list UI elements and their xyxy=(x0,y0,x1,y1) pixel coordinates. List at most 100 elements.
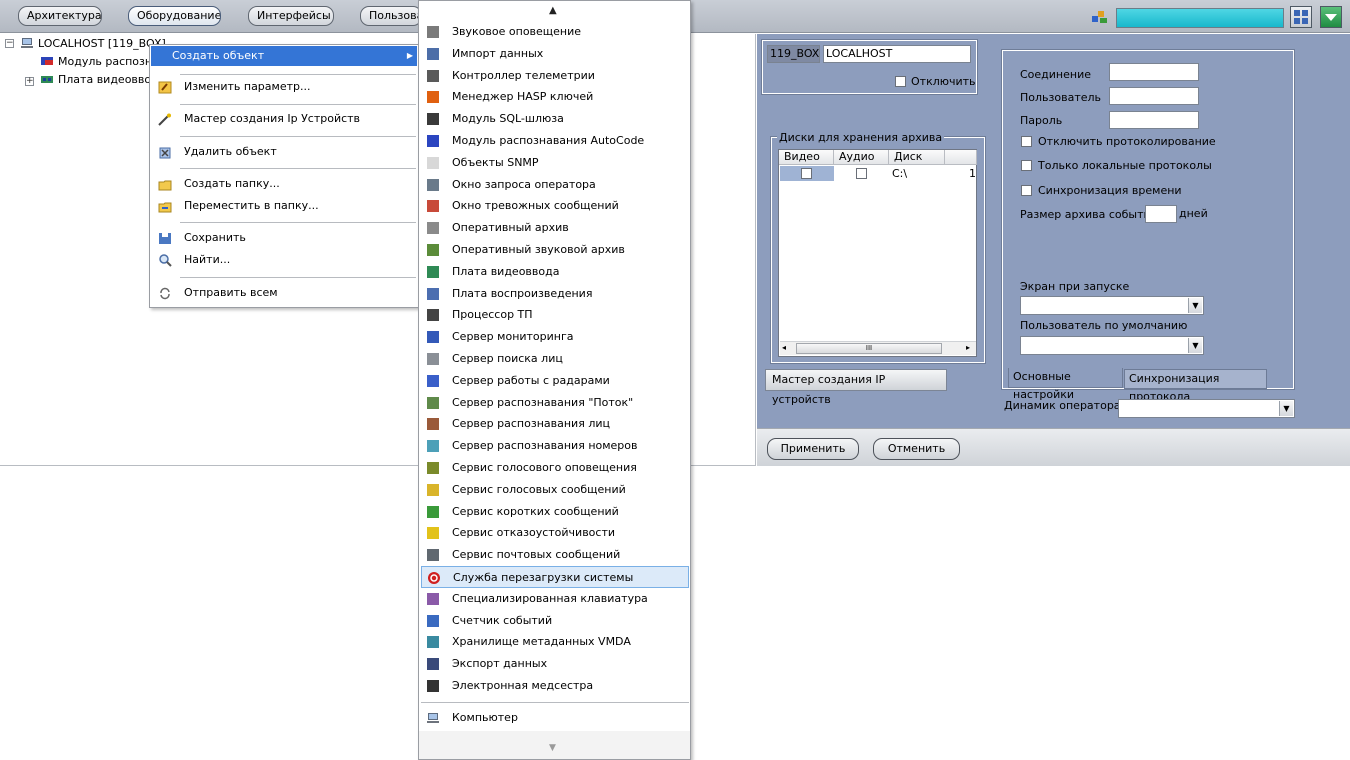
collapse-button[interactable] xyxy=(1320,6,1342,28)
connection-field[interactable] xyxy=(1109,63,1199,81)
disable-logging-checkbox[interactable] xyxy=(1021,136,1032,147)
ip-wizard-button[interactable]: Мастер создания IP устройств xyxy=(765,369,947,406)
submenu-item[interactable]: Экспорт данных xyxy=(421,653,689,675)
tab-architecture[interactable]: Архитектура xyxy=(18,6,102,26)
local-protocols-label: Только локальные протоколы xyxy=(1038,159,1212,172)
submenu-item[interactable]: Модуль распознавания AutoCode xyxy=(421,130,689,152)
submenu-item-label: Модуль SQL-шлюза xyxy=(452,112,564,126)
column-audio[interactable]: Аудио xyxy=(834,150,889,165)
local-protocols-checkbox[interactable] xyxy=(1021,160,1032,171)
scroll-up-icon[interactable]: ▲ xyxy=(549,5,557,16)
column-video[interactable]: Видео xyxy=(779,150,834,165)
disable-label: Отключить xyxy=(911,75,976,88)
submenu-item[interactable]: Плата видеоввода xyxy=(421,261,689,283)
expand-toggle[interactable]: + xyxy=(25,77,34,86)
horizontal-scrollbar[interactable]: ◂ III ▸ xyxy=(780,341,976,355)
tab-basic-settings[interactable]: Основные настройки xyxy=(1008,368,1123,401)
menu-item-find[interactable]: Найти... xyxy=(151,250,417,270)
submenu-item[interactable]: Модуль SQL-шлюза xyxy=(421,108,689,130)
disable-checkbox[interactable] xyxy=(895,76,906,87)
object-type-icon xyxy=(427,418,439,431)
submenu-item[interactable]: Процессор ТП xyxy=(421,304,689,326)
tab-protocol-sync[interactable]: Синхронизация протокола xyxy=(1124,369,1267,403)
submenu-item-computer[interactable]: Компьютер xyxy=(421,707,689,729)
object-type-icon xyxy=(427,440,439,453)
user-field[interactable] xyxy=(1109,87,1199,105)
submenu-item[interactable]: Сервис почтовых сообщений xyxy=(421,544,689,566)
computer-icon xyxy=(21,38,33,48)
cancel-button[interactable]: Отменить xyxy=(873,438,960,460)
object-type-icon xyxy=(427,47,439,60)
app-logo-icon[interactable] xyxy=(1090,8,1110,26)
scroll-down-icon[interactable]: ▼ xyxy=(549,743,556,753)
tree-node-localhost[interactable]: LOCALHOST [119_BOX] xyxy=(20,36,166,52)
submenu-item[interactable]: Сервис коротких сообщений xyxy=(421,501,689,523)
menu-item-edit-param[interactable]: Изменить параметр... xyxy=(151,77,417,97)
submenu-item[interactable]: Импорт данных xyxy=(421,43,689,65)
event-archive-size-field[interactable] xyxy=(1145,205,1177,223)
submenu-item[interactable]: Окно запроса оператора xyxy=(421,174,689,196)
menu-item-save[interactable]: Сохранить xyxy=(151,228,417,248)
table-row[interactable]: C:\ 1( xyxy=(780,166,976,181)
menu-separator xyxy=(180,74,416,75)
submenu-item[interactable]: Звуковое оповещение xyxy=(421,21,689,43)
object-id-field[interactable]: 119_BOX xyxy=(767,45,820,63)
tab-hardware[interactable]: Оборудование xyxy=(128,6,221,26)
menu-item-delete[interactable]: Удалить объект xyxy=(151,142,417,162)
submenu-item[interactable]: Сервер распознавания лиц xyxy=(421,413,689,435)
submenu-item[interactable]: Счетчик событий xyxy=(421,610,689,632)
submenu-item[interactable]: Окно тревожных сообщений xyxy=(421,195,689,217)
submenu-item[interactable]: Сервер мониторинга xyxy=(421,326,689,348)
submenu-item-label: Служба перезагрузки системы xyxy=(453,571,634,584)
audio-checkbox[interactable] xyxy=(856,168,867,179)
submenu-item[interactable]: Плата воспроизведения xyxy=(421,283,689,305)
submenu-item[interactable]: Сервис голосового оповещения xyxy=(421,457,689,479)
video-checkbox[interactable] xyxy=(801,168,812,179)
submenu-item[interactable]: Сервис голосовых сообщений xyxy=(421,479,689,501)
submenu-item[interactable]: Служба перезагрузки системы xyxy=(421,566,689,588)
menu-item-move-folder[interactable]: Переместить в папку... xyxy=(151,196,417,216)
submenu-item-label: Сервер распознавания лиц xyxy=(452,417,610,431)
user-label: Пользователь xyxy=(1020,91,1102,104)
submenu-item[interactable]: Сервер работы с радарами xyxy=(421,370,689,392)
time-sync-checkbox[interactable] xyxy=(1021,185,1032,196)
default-user-select[interactable]: ▼ xyxy=(1020,336,1204,355)
password-field[interactable] xyxy=(1109,111,1199,129)
column-disk[interactable]: Диск xyxy=(889,150,945,165)
scroll-left-icon[interactable]: ◂ xyxy=(782,343,786,352)
menu-item-create-object[interactable]: Создать объект ▶ xyxy=(151,46,417,66)
submenu-item[interactable]: Специализированная клавиатура xyxy=(421,588,689,610)
submenu-item[interactable]: Оперативный звуковой архив xyxy=(421,239,689,261)
submenu-item[interactable]: Сервер распознавания номеров xyxy=(421,435,689,457)
chevron-down-icon xyxy=(1325,14,1337,21)
status-field[interactable] xyxy=(1116,8,1284,28)
startup-screen-select[interactable]: ▼ xyxy=(1020,296,1204,315)
menu-item-send-all[interactable]: Отправить всем xyxy=(151,283,417,303)
submenu-item[interactable]: Сервис отказоустойчивости xyxy=(421,522,689,544)
layout-button[interactable] xyxy=(1290,6,1312,28)
operator-speaker-select[interactable]: ▼ xyxy=(1118,399,1295,418)
submenu-item[interactable]: Электронная медсестра xyxy=(421,675,689,697)
apply-button[interactable]: Применить xyxy=(767,438,859,460)
submenu-item[interactable]: Сервер поиска лиц xyxy=(421,348,689,370)
tree-node-video-board[interactable]: Плата видеоввод xyxy=(40,72,159,88)
menu-item-new-folder[interactable]: Создать папку... xyxy=(151,174,417,194)
menu-item-ip-wizard[interactable]: Мастер создания Ip Устройств xyxy=(151,109,417,129)
tab-interfaces[interactable]: Интерфейсы xyxy=(248,6,334,26)
tree-node-recognition-module[interactable]: Модуль распозн xyxy=(40,54,152,70)
scroll-thumb[interactable]: III xyxy=(796,343,942,354)
tab-users[interactable]: Пользова xyxy=(360,6,422,26)
submenu-item[interactable]: Сервер распознавания "Поток" xyxy=(421,392,689,414)
collapse-toggle[interactable]: − xyxy=(5,39,14,48)
submenu-item[interactable]: Контроллер телеметрии xyxy=(421,65,689,87)
submenu-item[interactable]: Оперативный архив xyxy=(421,217,689,239)
object-type-icon xyxy=(427,374,439,387)
submenu-item-label: Менеджер HASP ключей xyxy=(452,90,594,104)
object-name-field[interactable]: LOCALHOST xyxy=(823,45,971,63)
submenu-item[interactable]: Менеджер HASP ключей xyxy=(421,86,689,108)
disks-table[interactable]: Видео Аудио Диск C:\ 1( ◂ III ▸ xyxy=(778,149,977,357)
scroll-right-icon[interactable]: ▸ xyxy=(966,343,970,352)
menu-item-label: Отправить всем xyxy=(184,286,278,299)
submenu-item[interactable]: Хранилище метаданных VMDA xyxy=(421,631,689,653)
submenu-item[interactable]: Объекты SNMP xyxy=(421,152,689,174)
